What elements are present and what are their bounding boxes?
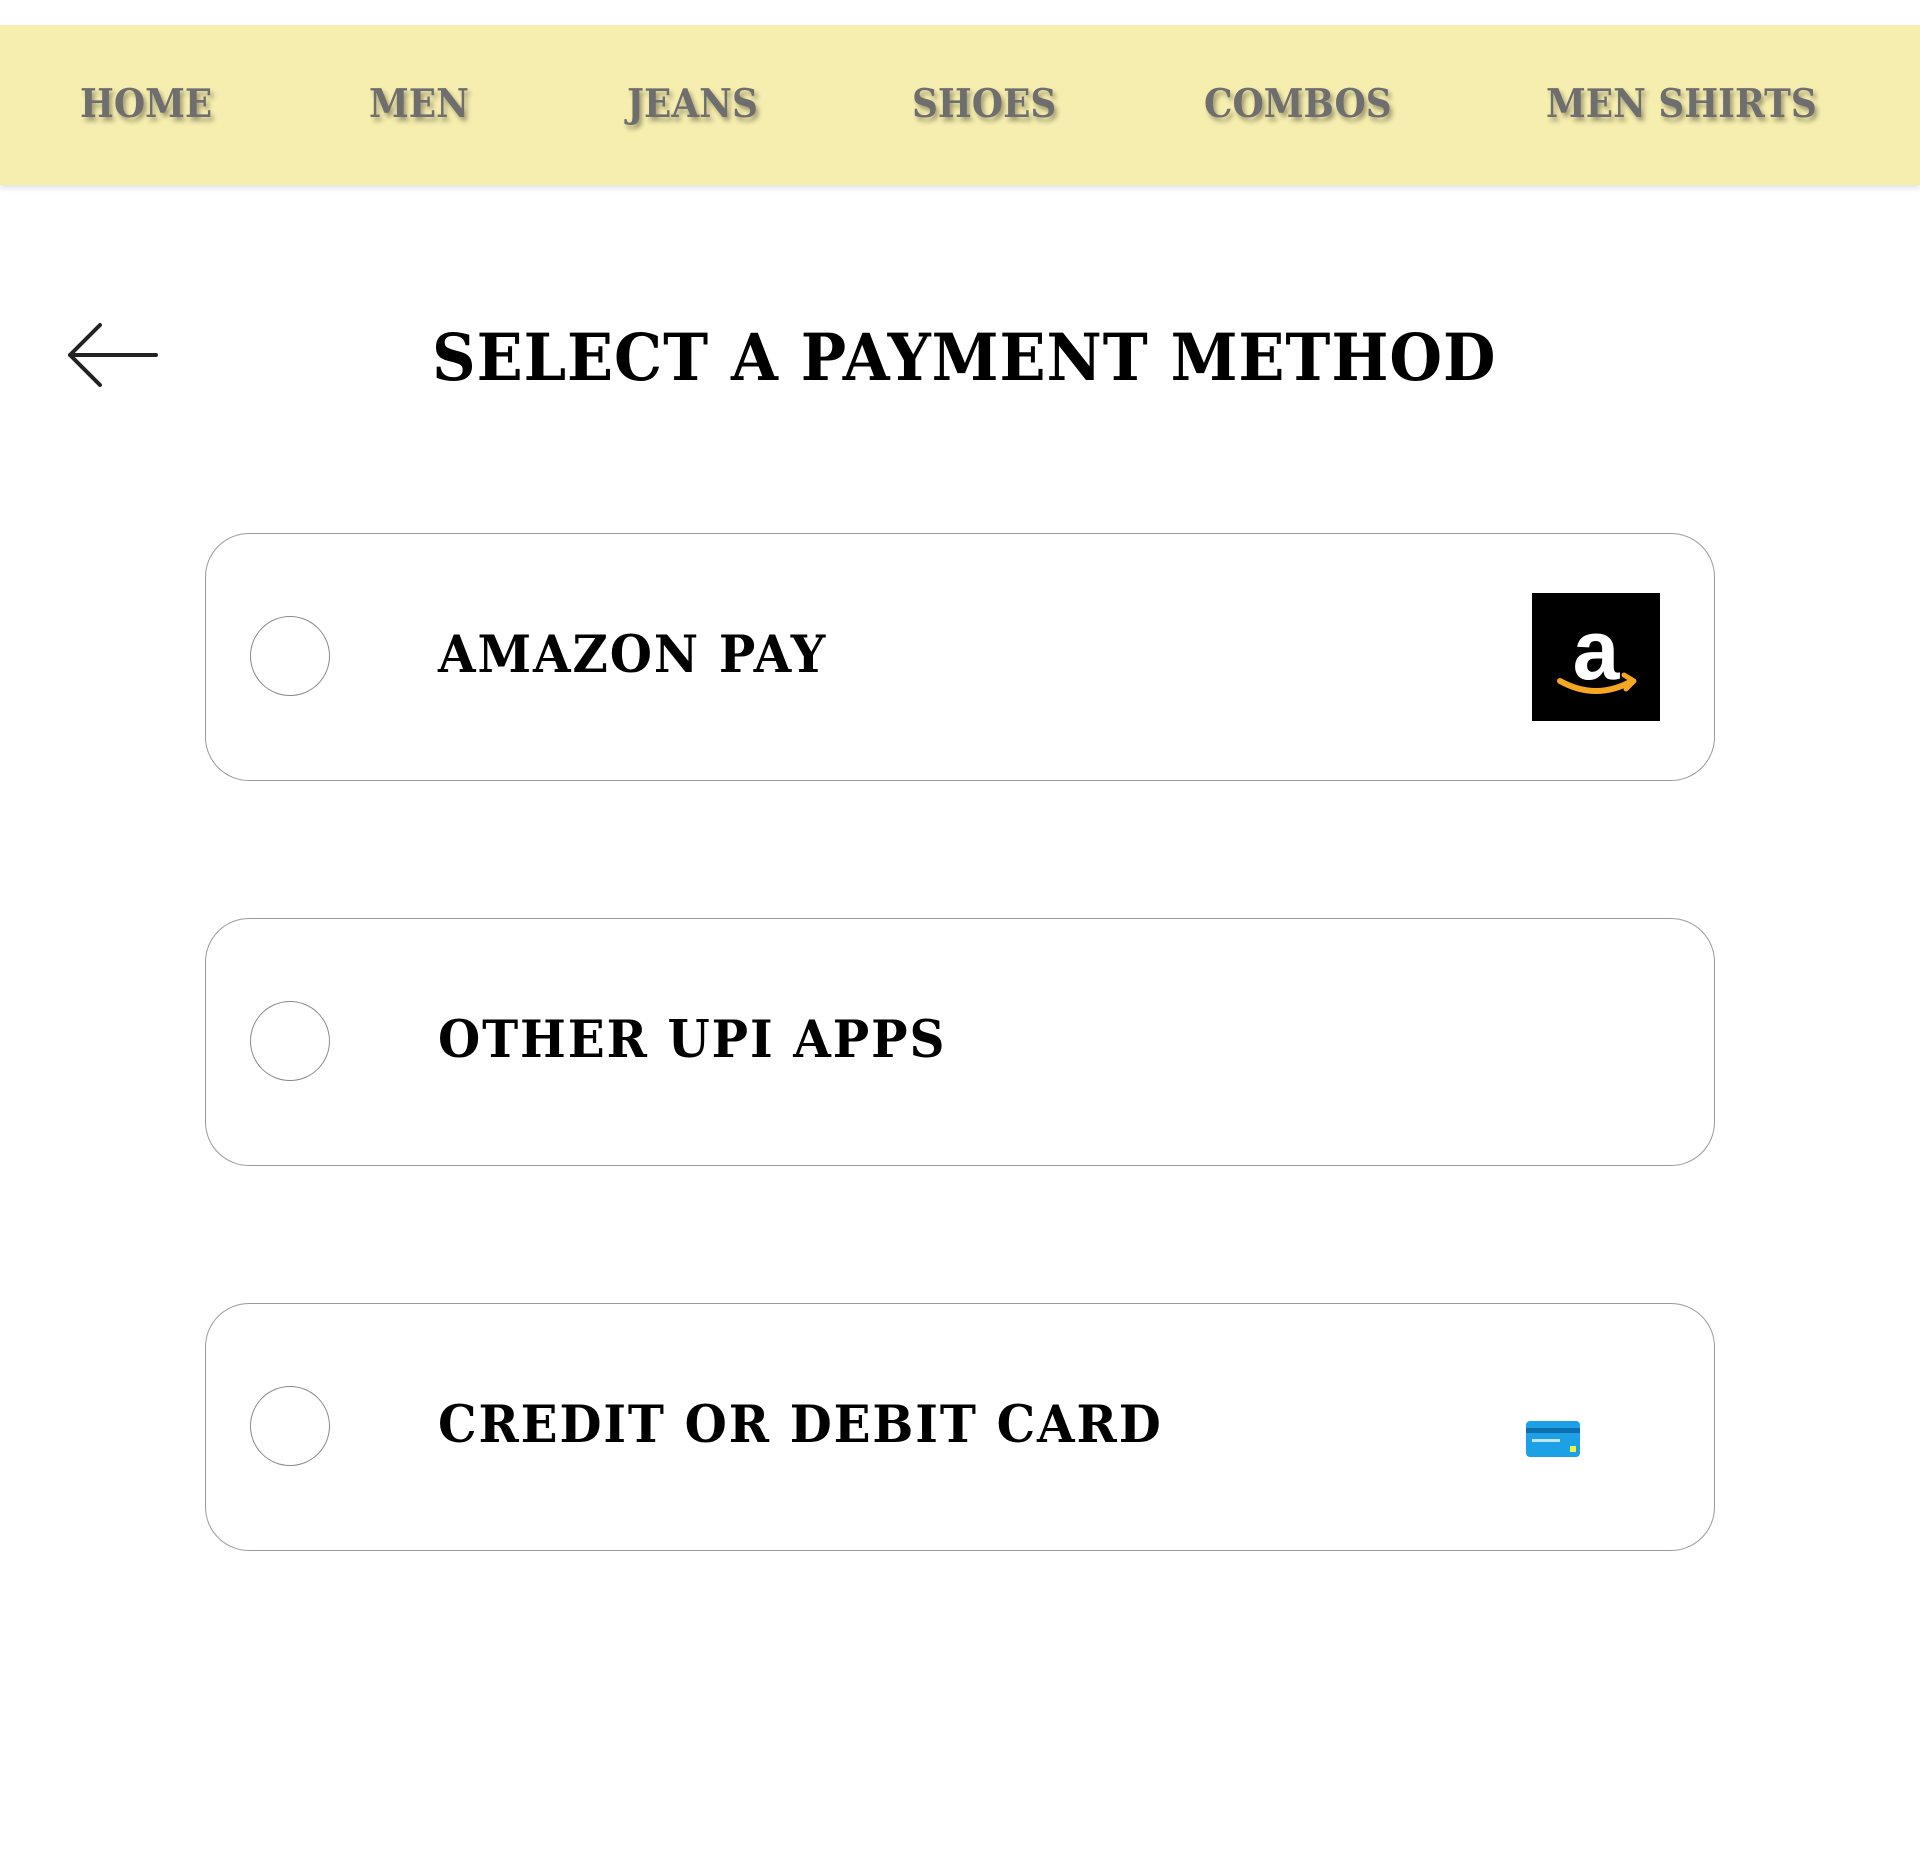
nav-item-home[interactable]: HOME [80, 81, 212, 127]
svg-text:a: a [1573, 603, 1621, 697]
payment-option-upi[interactable]: OTHER UPI APPS [205, 918, 1715, 1166]
option-label: OTHER UPI APPS [438, 1010, 947, 1070]
nav-item-shoes[interactable]: SHOES [912, 81, 1056, 127]
amazon-logo-icon: a [1532, 593, 1660, 721]
nav-item-jeans[interactable]: JEANS [627, 81, 758, 127]
radio-button[interactable] [250, 616, 330, 696]
payment-option-amazon-pay[interactable]: AMAZON PAY a [205, 533, 1715, 781]
arrow-left-icon[interactable] [68, 322, 160, 388]
nav-item-combos[interactable]: COMBOS [1204, 81, 1392, 127]
option-label: AMAZON PAY [438, 625, 828, 685]
payment-option-card[interactable]: CREDIT OR DEBIT CARD [205, 1303, 1715, 1551]
top-navigation-bar: HOME MEN JEANS SHOES COMBOS MEN SHIRTS [0, 25, 1920, 185]
option-label: CREDIT OR DEBIT CARD [438, 1395, 1163, 1455]
nav-item-men[interactable]: MEN [369, 81, 469, 127]
nav-item-men-shirts[interactable]: MEN SHIRTS [1546, 81, 1817, 127]
radio-button[interactable] [250, 1386, 330, 1466]
credit-card-icon [1526, 1421, 1580, 1457]
page-title: SELECT A PAYMENT METHOD [432, 320, 1497, 396]
radio-button[interactable] [250, 1001, 330, 1081]
